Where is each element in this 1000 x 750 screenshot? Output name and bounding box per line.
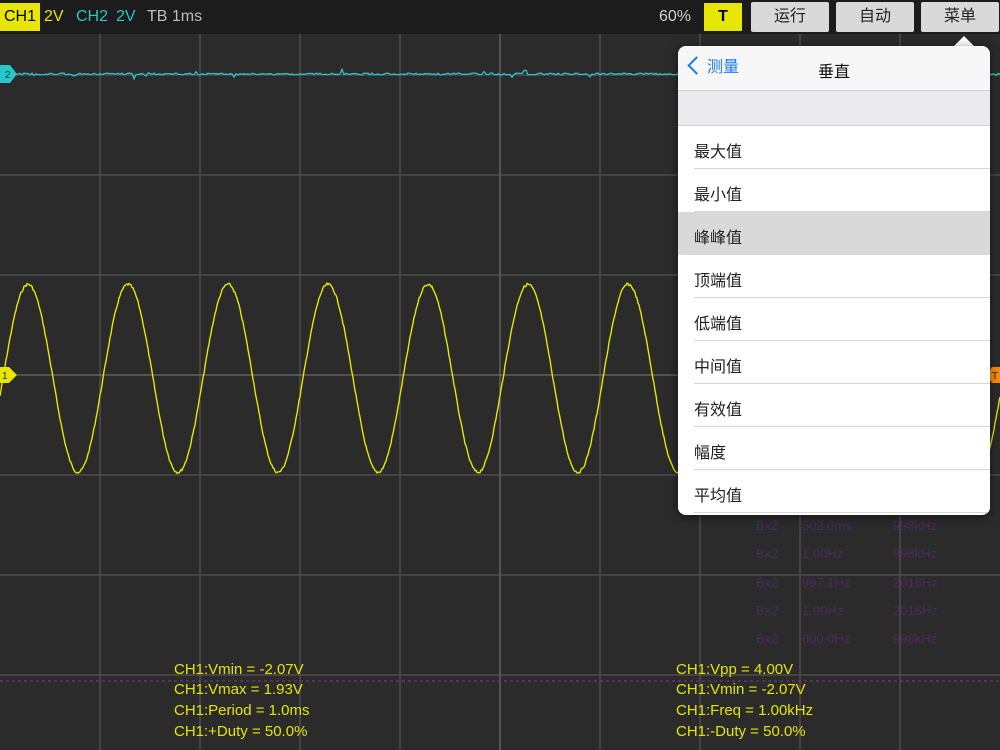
ch1-marker-label: 1	[2, 371, 8, 382]
ghost-readout: Bx2	[756, 631, 779, 646]
ch1-scale[interactable]: 2V	[44, 7, 64, 27]
ghost-readout: 2016Hz	[893, 603, 938, 618]
menu-item-mean[interactable]: 平均值	[678, 470, 990, 513]
measurement-right-1: CH1:Vpp = 4.00V	[676, 661, 794, 678]
measurement-left-3: CH1:Period = 1.0ms	[174, 702, 310, 719]
ch2-scale[interactable]: 2V	[116, 7, 136, 27]
zoom-level: 60%	[659, 8, 692, 25]
popover-title: 垂直	[817, 64, 850, 81]
ghost-readout: Bx2	[756, 518, 779, 533]
measurement-left-1: CH1:Vmin = -2.07V	[174, 661, 304, 678]
ghost-readout: Bx2	[756, 603, 779, 618]
ghost-readout: 600.0Hz	[802, 631, 851, 646]
ghost-readout: 998kHz	[893, 631, 938, 646]
menu-item-label: 有效值	[694, 402, 743, 419]
measurement-right-3: CH1:Freq = 1.00kHz	[676, 702, 814, 719]
ch2-marker-label: 2	[5, 70, 11, 81]
measurements-panel: CH1:Vmin = -2.07V CH1:Vmax = 1.93V CH1:P…	[0, 656, 1000, 750]
timebase-label[interactable]: TB 1ms	[147, 7, 202, 27]
menu-item-rms[interactable]: 有效值	[678, 384, 990, 427]
menu-item-top[interactable]: 顶端值	[678, 255, 990, 298]
measurement-right-2: CH1:Vmin = -2.07V	[676, 681, 806, 698]
trigger-button[interactable]: T	[704, 3, 742, 31]
trigger-marker-label: T	[992, 371, 998, 382]
measurement-left-4: CH1:+Duty = 50.0%	[174, 723, 308, 740]
popover-header: 测量 垂直	[678, 46, 990, 90]
menu-item-max[interactable]: 最大值	[678, 126, 990, 169]
ghost-readout: 998kHz	[893, 546, 938, 561]
menu-item-label: 低端值	[694, 316, 743, 333]
toolbar: CH1 2V CH2 2V TB 1ms 60% T 运行 自动 菜单	[0, 0, 1000, 34]
ghost-readout: 2016Hz	[893, 575, 938, 590]
ghost-readout: Bx2	[756, 546, 779, 561]
ghost-readout: Bx2	[756, 575, 779, 590]
measurement-right-4: CH1:-Duty = 50.0%	[676, 723, 806, 740]
measurement-left-2: CH1:Vmax = 1.93V	[174, 681, 303, 698]
menu-item-amplitude[interactable]: 幅度	[678, 427, 990, 470]
menu-item-label: 峰峰值	[694, 230, 743, 247]
menu-item-label: 平均值	[694, 488, 743, 505]
ghost-readout: 998kHz	[893, 518, 938, 533]
menu-item-label: 顶端值	[694, 273, 743, 290]
menu-item-label: 中间值	[694, 359, 743, 376]
ghost-readout: 997.1Hz	[802, 575, 851, 590]
menu-item-label: 幅度	[694, 445, 727, 462]
ch1-marker[interactable]: 1	[0, 367, 17, 383]
menu-item-label: 最小值	[694, 187, 743, 204]
measurement-popover: 测量 垂直 最大值 最小值 峰峰值 顶端值 低端值 中间值 有效值 幅度 平均值	[678, 46, 990, 515]
ch2-marker[interactable]: 2	[0, 65, 17, 83]
menu-item-base[interactable]: 低端值	[678, 298, 990, 341]
auto-button[interactable]: 自动	[836, 2, 914, 32]
ghost-readout: 502.0ms	[802, 518, 852, 533]
menu-item-peak-to-peak[interactable]: 峰峰值	[678, 212, 990, 255]
ch2-button[interactable]: CH2	[76, 7, 108, 27]
ghost-readout: 1.00Hz	[802, 546, 844, 561]
ch1-button[interactable]: CH1	[0, 3, 40, 31]
menu-item-middle[interactable]: 中间值	[678, 341, 990, 384]
menu-item-label: 最大值	[694, 144, 743, 161]
menu-button[interactable]: 菜单	[921, 2, 999, 32]
run-button[interactable]: 运行	[751, 2, 829, 32]
popover-section-header	[678, 90, 990, 126]
menu-item-min[interactable]: 最小值	[678, 169, 990, 212]
ghost-readout: 1.00Hz	[802, 603, 844, 618]
